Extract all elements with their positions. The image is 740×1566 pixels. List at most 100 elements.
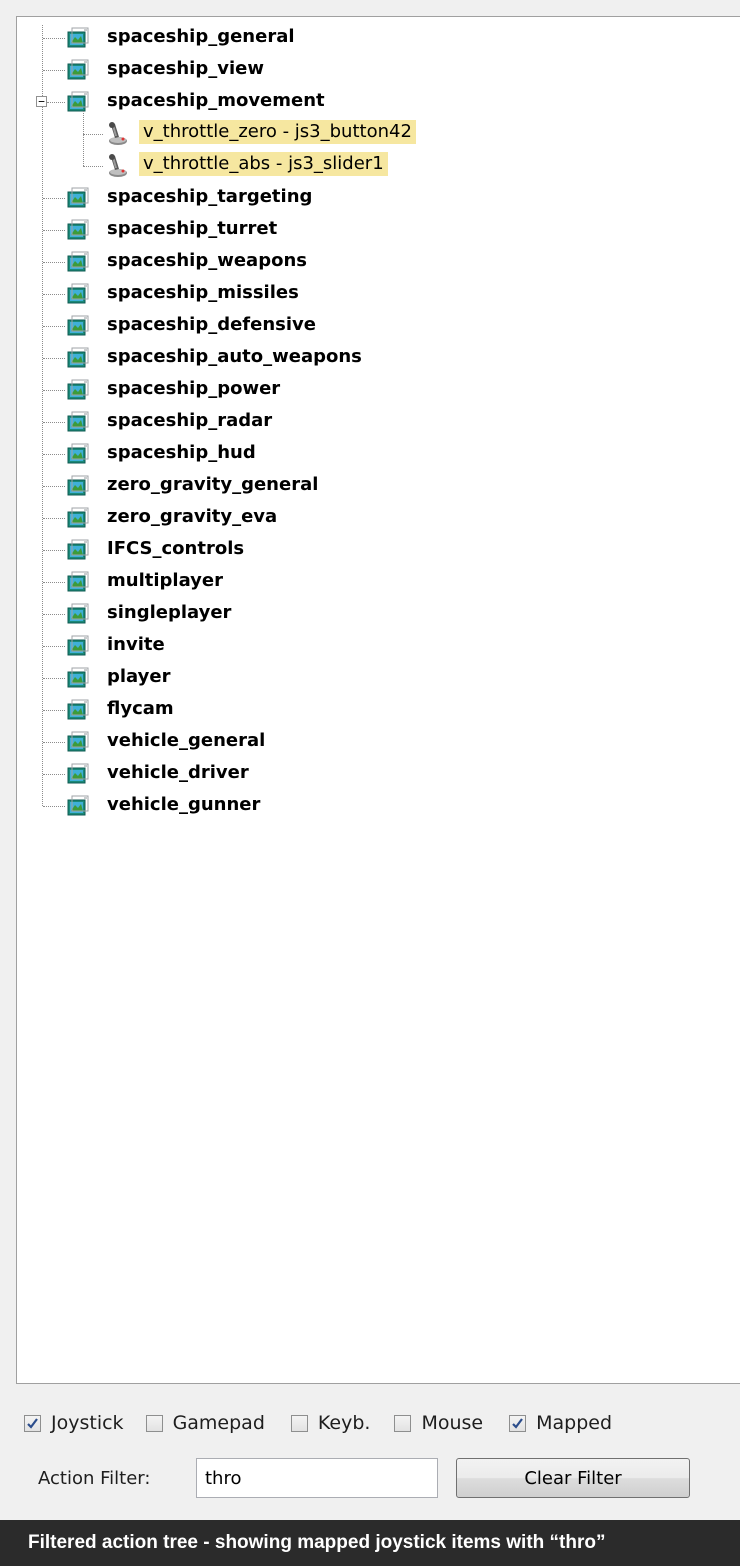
tree-node[interactable]: − spaceship_movement (17, 87, 737, 117)
action-filter-label: Action Filter: (38, 1468, 151, 1489)
tree-node[interactable]: singleplayer (17, 599, 737, 629)
action-map-icon (67, 187, 89, 209)
tree-node[interactable]: spaceship_defensive (17, 311, 737, 341)
filter-mapped-checkbox[interactable]: Mapped (509, 1412, 612, 1434)
tree-connector (43, 678, 65, 679)
tree-node-label: spaceship_power (107, 378, 281, 399)
tree-node[interactable]: vehicle_gunner (17, 791, 737, 821)
filter-joystick-checkbox[interactable]: Joystick (24, 1412, 124, 1434)
action-map-icon (67, 667, 89, 689)
tree-node[interactable]: vehicle_general (17, 727, 737, 757)
action-map-icon (67, 539, 89, 561)
action-map-icon (67, 315, 89, 337)
tree-node[interactable]: invite (17, 631, 737, 661)
tree-connector (43, 550, 65, 551)
checkbox-label: Mouse (421, 1412, 484, 1434)
tree-child-label: v_throttle_abs - js3_slider1 (139, 152, 388, 176)
tree-node[interactable]: spaceship_power (17, 375, 737, 405)
checkmark-icon[interactable] (509, 1414, 527, 1432)
tree-connector (43, 710, 65, 711)
tree-node[interactable]: spaceship_missiles (17, 279, 737, 309)
tree-connector (43, 262, 65, 263)
tree-child-node[interactable]: v_throttle_abs - js3_slider1 (17, 151, 737, 181)
checkbox-icon[interactable] (145, 1414, 163, 1432)
tree-node-label: IFCS_controls (107, 538, 245, 559)
tree-node-label: spaceship_hud (107, 442, 256, 463)
tree-node[interactable]: multiplayer (17, 567, 737, 597)
tree-node-label: vehicle_general (107, 730, 266, 751)
tree-node[interactable]: zero_gravity_general (17, 471, 737, 501)
tree-node-label: zero_gravity_eva (107, 506, 278, 527)
action-map-icon (67, 507, 89, 529)
filter-gamepad-checkbox[interactable]: Gamepad (145, 1412, 265, 1434)
tree-connector (43, 806, 65, 807)
action-map-icon (67, 475, 89, 497)
tree-node-label: spaceship_turret (107, 218, 278, 239)
filter-keyb-checkbox[interactable]: Keyb. (290, 1412, 371, 1434)
tree-node[interactable]: spaceship_weapons (17, 247, 737, 277)
action-map-icon (67, 571, 89, 593)
tree-node-label: player (107, 666, 171, 687)
tree-node[interactable]: IFCS_controls (17, 535, 737, 565)
tree-node-label: spaceship_movement (107, 90, 325, 111)
tree-node[interactable]: spaceship_general (17, 23, 737, 53)
checkmark-icon[interactable] (24, 1414, 41, 1432)
action-map-icon (67, 603, 89, 625)
tree-node-label: spaceship_general (107, 26, 295, 47)
tree-connector (43, 646, 65, 647)
tree-node[interactable]: spaceship_turret (17, 215, 737, 245)
tree-node-label: spaceship_radar (107, 410, 273, 431)
checkbox-label: Gamepad (172, 1412, 265, 1434)
tree-connector (43, 486, 65, 487)
action-map-icon (67, 91, 89, 113)
tree-node-label: vehicle_driver (107, 762, 249, 783)
clear-filter-button[interactable]: Clear Filter (456, 1458, 690, 1498)
checkbox-label: Keyb. (317, 1412, 371, 1434)
tree-connector (43, 326, 65, 327)
tree-node-label: spaceship_view (107, 58, 264, 79)
filter-mouse-checkbox[interactable]: Mouse (394, 1412, 483, 1434)
action-map-icon (67, 59, 89, 81)
tree-node[interactable]: vehicle_driver (17, 759, 737, 789)
tree-node[interactable]: player (17, 663, 737, 693)
tree-connector (43, 422, 65, 423)
tree-node[interactable]: spaceship_targeting (17, 183, 737, 213)
tree-node-label: invite (107, 634, 165, 655)
tree-connector (43, 614, 65, 615)
tree-connector (83, 166, 103, 167)
tree-node-label: multiplayer (107, 570, 223, 591)
action-map-icon (67, 635, 89, 657)
action-map-icon (67, 27, 89, 49)
tree-connector (47, 102, 65, 103)
joystick-icon (103, 121, 129, 147)
action-map-icon (67, 795, 89, 817)
tree-connector (43, 390, 65, 391)
action-filter-input[interactable] (196, 1458, 438, 1498)
collapse-toggle-icon[interactable]: − (36, 96, 47, 107)
tree-node[interactable]: spaceship_radar (17, 407, 737, 437)
checkbox-label: Joystick (51, 1412, 124, 1434)
tree-node[interactable]: spaceship_hud (17, 439, 737, 469)
tree-node[interactable]: spaceship_auto_weapons (17, 343, 737, 373)
tree-child-label: v_throttle_zero - js3_button42 (139, 120, 416, 144)
action-tree-panel[interactable]: spaceship_general spaceship_view − spaceshi… (16, 16, 740, 1384)
action-map-icon (67, 699, 89, 721)
tree-node-label: spaceship_defensive (107, 314, 316, 335)
tree-node-label: spaceship_targeting (107, 186, 313, 207)
tree-connector (43, 294, 65, 295)
page: spaceship_general spaceship_view − spaceshi… (0, 0, 740, 1566)
tree-node[interactable]: spaceship_view (17, 55, 737, 85)
tree-child-node[interactable]: v_throttle_zero - js3_button42 (17, 119, 737, 149)
checkbox-label: Mapped (536, 1412, 613, 1434)
action-map-icon (67, 379, 89, 401)
action-map-icon (67, 763, 89, 785)
tree-node-label: zero_gravity_general (107, 474, 319, 495)
tree-connector (83, 134, 103, 135)
checkbox-icon[interactable] (290, 1414, 308, 1432)
tree-node[interactable]: zero_gravity_eva (17, 503, 737, 533)
action-map-icon (67, 731, 89, 753)
action-tree: spaceship_general spaceship_view − spaceshi… (17, 17, 740, 1383)
tree-node-label: singleplayer (107, 602, 232, 623)
tree-node[interactable]: flycam (17, 695, 737, 725)
checkbox-icon[interactable] (394, 1414, 412, 1432)
